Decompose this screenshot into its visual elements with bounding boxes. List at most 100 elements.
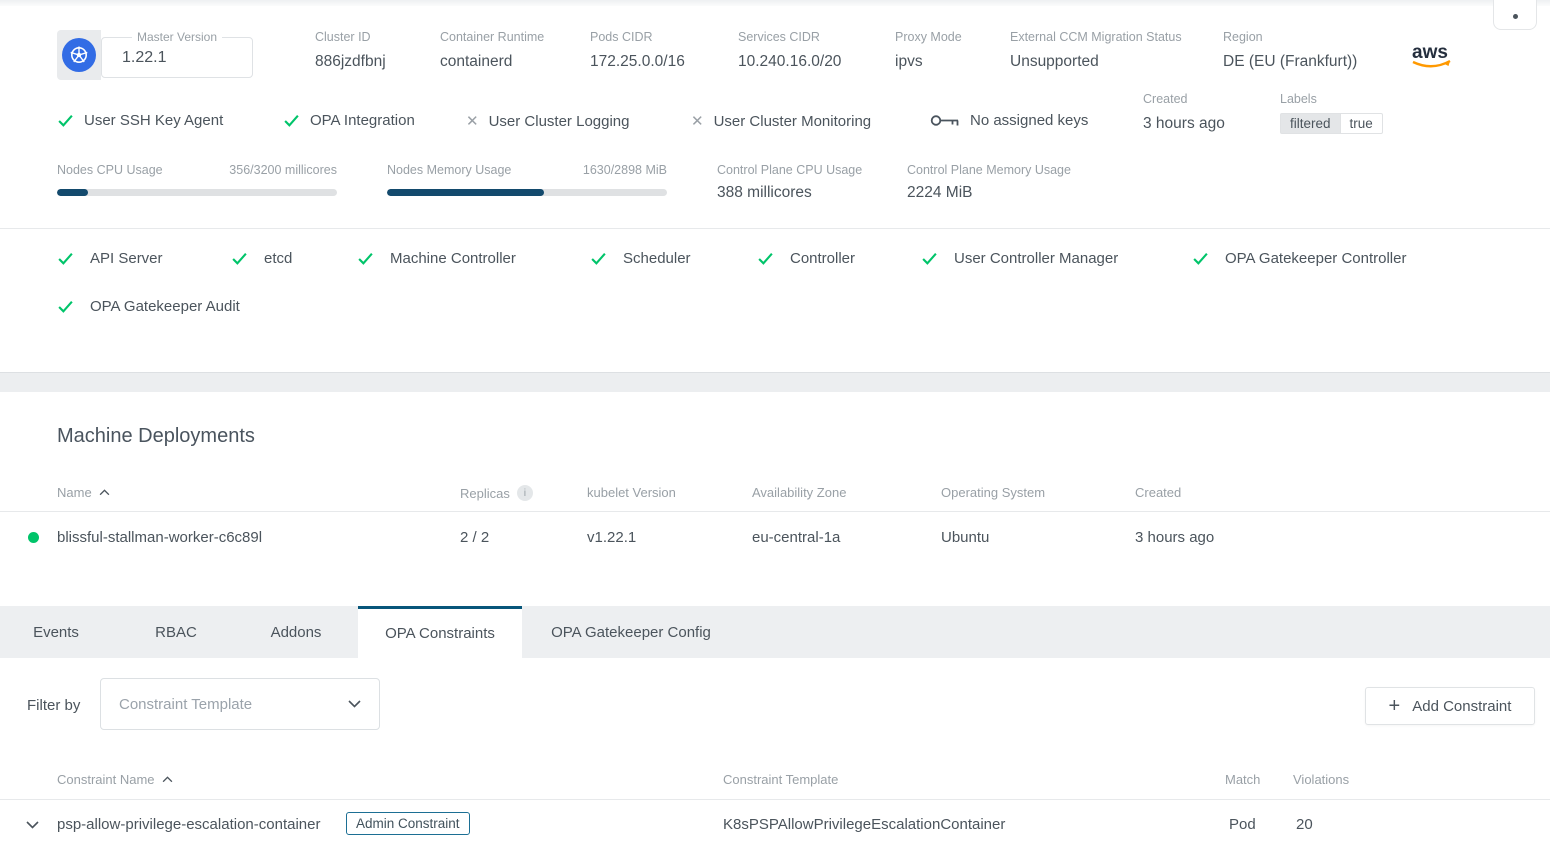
check-icon: [57, 112, 74, 129]
column-label: Violations: [1293, 772, 1349, 787]
plus-icon: +: [1389, 696, 1401, 716]
stat-value: 10.240.16.0/20: [738, 53, 841, 71]
stat-value: 886jzdfbnj: [315, 53, 386, 71]
stat-value: 172.25.0.0/16: [590, 53, 685, 71]
md-col-created: Created: [1135, 485, 1181, 500]
label-chip-value: true: [1340, 113, 1383, 134]
check-icon: [590, 250, 607, 267]
ssh-keys-text: No assigned keys: [970, 112, 1088, 129]
constraint-cell-match: Pod: [1229, 816, 1256, 833]
usage-label: Control Plane CPU Usage: [717, 163, 862, 177]
control-plane-cpu-block: Control Plane CPU Usage 388 millicores: [717, 163, 862, 202]
constraint-template-filter-dropdown[interactable]: Constraint Template: [100, 678, 380, 730]
md-col-name[interactable]: Name: [57, 485, 110, 500]
health-etcd: etcd: [231, 250, 292, 267]
constraint-col-name[interactable]: Constraint Name: [57, 772, 173, 787]
feature-label: OPA Integration: [310, 112, 415, 129]
tab-opa-gatekeeper-config[interactable]: OPA Gatekeeper Config: [551, 606, 711, 658]
check-icon: [231, 250, 248, 267]
feature-user-cluster-monitoring: ✕ User Cluster Monitoring: [691, 112, 871, 130]
health-scheduler: Scheduler: [590, 250, 691, 267]
column-label: Created: [1135, 485, 1181, 500]
health-api-server: API Server: [57, 250, 163, 267]
health-opa-gatekeeper-controller: OPA Gatekeeper Controller: [1192, 250, 1406, 267]
stat-label: Proxy Mode: [895, 30, 962, 44]
tab-events[interactable]: Events: [33, 606, 79, 658]
tab-addons[interactable]: Addons: [271, 606, 322, 658]
md-cell-name: blissful-stallman-worker-c6c89l: [57, 529, 262, 546]
constraint-cell-name: psp-allow-privilege-escalation-container: [57, 816, 320, 833]
health-user-controller-manager: User Controller Manager: [921, 250, 1118, 267]
stat-value: DE (EU (Frankfurt)): [1223, 53, 1357, 71]
aws-provider-logo: aws: [1410, 40, 1458, 77]
section-spacer-band: [0, 372, 1550, 392]
master-version-widget[interactable]: Master Version 1.22.1: [101, 30, 253, 78]
vertical-dots-icon: [1513, 14, 1518, 19]
health-label: Scheduler: [623, 250, 691, 267]
check-icon: [57, 250, 74, 267]
nodes-memory-progress-bar: [387, 189, 667, 196]
created-block: Created 3 hours ago: [1143, 92, 1225, 133]
constraint-col-template: Constraint Template: [723, 772, 838, 787]
admin-constraint-badge: Admin Constraint: [346, 812, 470, 835]
label-chip-key: filtered: [1280, 113, 1340, 134]
labels-label: Labels: [1280, 92, 1383, 106]
check-icon: [357, 250, 374, 267]
tab-rbac[interactable]: RBAC: [155, 606, 197, 658]
constraint-col-violations: Violations: [1293, 772, 1349, 787]
nodes-cpu-usage-head: Nodes CPU Usage 356/3200 millicores: [57, 163, 337, 177]
section-divider: [0, 228, 1550, 229]
labels-block: Labels filtered true: [1280, 92, 1383, 134]
kubernetes-wheel-icon: [62, 38, 96, 72]
nodes-memory-usage-head: Nodes Memory Usage 1630/2898 MiB: [387, 163, 667, 177]
md-cell-replicas: 2 / 2: [460, 529, 489, 546]
stat-ccm-migration-status: External CCM Migration Status Unsupporte…: [1010, 30, 1182, 71]
usage-value: 2224 MiB: [907, 184, 1071, 202]
chevron-down-icon: [26, 821, 39, 829]
x-icon: ✕: [691, 112, 704, 130]
add-constraint-button[interactable]: + Add Constraint: [1365, 687, 1535, 725]
feature-user-cluster-logging: ✕ User Cluster Logging: [466, 112, 629, 130]
md-col-availability-zone: Availability Zone: [752, 485, 846, 500]
column-label: kubelet Version: [587, 485, 676, 500]
check-icon: [283, 112, 300, 129]
md-col-operating-system: Operating System: [941, 485, 1045, 500]
stat-label: External CCM Migration Status: [1010, 30, 1182, 44]
health-label: OPA Gatekeeper Controller: [1225, 250, 1406, 267]
more-options-button[interactable]: [1493, 0, 1537, 30]
column-label: Name: [57, 485, 92, 500]
feature-label: User SSH Key Agent: [84, 112, 223, 129]
stat-proxy-mode: Proxy Mode ipvs: [895, 30, 962, 71]
tab-opa-constraints[interactable]: OPA Constraints: [358, 606, 522, 658]
info-icon[interactable]: i: [517, 485, 533, 501]
machine-deployments-title: Machine Deployments: [57, 425, 255, 448]
column-label: Availability Zone: [752, 485, 846, 500]
feature-opa-integration: OPA Integration: [283, 112, 415, 129]
feature-label: User Cluster Monitoring: [714, 113, 872, 130]
stat-value: ipvs: [895, 53, 962, 71]
check-icon: [757, 250, 774, 267]
health-label: Controller: [790, 250, 855, 267]
md-col-replicas: Replicas i: [460, 485, 533, 501]
master-version-value: 1.22.1: [122, 49, 252, 67]
feature-user-ssh-key-agent: User SSH Key Agent: [57, 112, 223, 129]
add-constraint-label: Add Constraint: [1412, 698, 1511, 715]
stat-value: containerd: [440, 53, 544, 71]
top-edge-strip: [0, 0, 1550, 6]
cluster-detail-page: Master Version 1.22.1 Cluster ID 886jzdf…: [0, 0, 1550, 851]
chevron-down-icon: [348, 700, 361, 708]
constraint-cell-violations: 20: [1296, 816, 1313, 833]
constraint-cell-template: K8sPSPAllowPrivilegeEscalationContainer: [723, 816, 1005, 833]
stat-pods-cidr: Pods CIDR 172.25.0.0/16: [590, 30, 685, 71]
expand-row-button[interactable]: [22, 817, 42, 833]
x-icon: ✕: [466, 112, 479, 130]
filter-by-label: Filter by: [27, 697, 80, 714]
usage-label: Nodes CPU Usage: [57, 163, 163, 177]
column-label: Constraint Name: [57, 772, 155, 787]
health-opa-gatekeeper-audit: OPA Gatekeeper Audit: [57, 298, 240, 315]
constraint-col-match: Match: [1225, 772, 1260, 787]
stat-label: Services CIDR: [738, 30, 841, 44]
stat-label: Container Runtime: [440, 30, 544, 44]
stat-container-runtime: Container Runtime containerd: [440, 30, 544, 71]
usage-label: Control Plane Memory Usage: [907, 163, 1071, 177]
